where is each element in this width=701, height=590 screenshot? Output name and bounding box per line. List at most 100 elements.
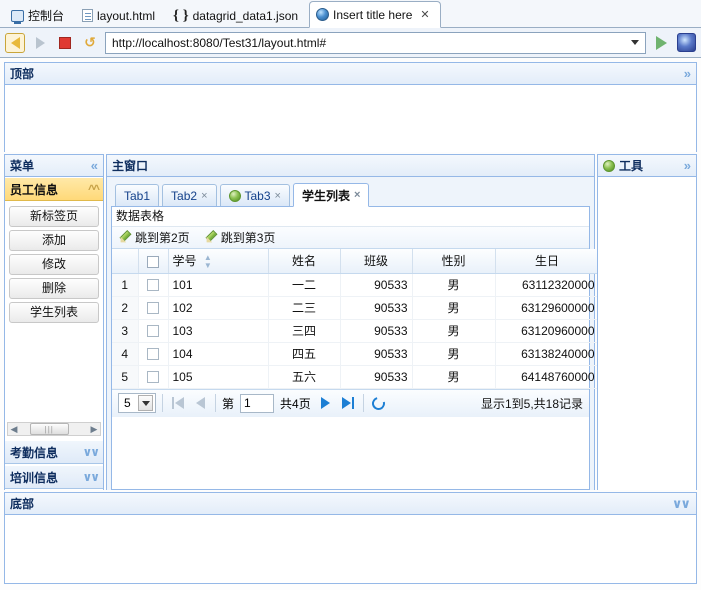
chevron-left-double-icon[interactable]: « (91, 158, 98, 173)
scroll-track[interactable]: ||| (20, 423, 88, 435)
menu-button-new-tab[interactable]: 新标签页 (9, 206, 99, 227)
chevron-up-double-icon[interactable]: » (684, 66, 691, 81)
column-header-id[interactable]: 学号 ▲ ▼ (168, 249, 269, 274)
chevron-down-double-icon: ∨∨ (82, 470, 100, 484)
close-icon[interactable]: × (201, 190, 207, 202)
accordion-header-attendance-info[interactable]: 考勤信息 ∨∨ (5, 440, 103, 464)
forward-button[interactable] (30, 33, 50, 53)
menu-button-add[interactable]: 添加 (9, 230, 99, 251)
pager-page-input[interactable]: 1 (240, 393, 275, 413)
tab-label: Tab1 (124, 188, 151, 203)
select-all-checkbox[interactable] (147, 255, 159, 268)
region-west-header: 菜单 « (5, 155, 103, 177)
browser-tab-insert-title-here[interactable]: Insert title here ✕ (309, 1, 441, 28)
refresh-button[interactable]: ↺ (80, 33, 100, 53)
menu-button-student-list[interactable]: 学生列表 (9, 302, 99, 323)
cell-birthday: 64148760000 (495, 365, 600, 389)
table-row[interactable]: 2 102 二三 90533 男 63129600000 (112, 296, 600, 320)
pager-last-button[interactable] (340, 395, 357, 412)
back-button[interactable] (5, 32, 25, 53)
row-number: 1 (112, 273, 139, 297)
page-size-select[interactable]: 5 (118, 393, 156, 413)
chevron-right-double-icon[interactable]: » (684, 158, 691, 173)
stop-icon (59, 36, 71, 49)
pager-divider (362, 394, 364, 412)
tab-tab1[interactable]: Tab1 (115, 184, 160, 206)
datagrid-title: 数据表格 (112, 207, 589, 227)
browser-tab-datagrid-json[interactable]: { } datagrid_data1.json (166, 3, 309, 27)
pager-divider (162, 394, 163, 412)
table-row[interactable]: 5 105 五六 90533 男 64148760000 (112, 365, 600, 389)
pager-divider (215, 394, 216, 412)
chevron-down-icon[interactable] (138, 395, 153, 411)
stop-button[interactable] (55, 33, 75, 53)
chevron-down-icon[interactable] (631, 40, 639, 45)
scroll-right-icon[interactable]: ▶ (88, 424, 100, 435)
chevron-down-double-icon[interactable]: ∨∨ (672, 496, 691, 512)
go-button[interactable] (651, 33, 671, 53)
open-browser-icon (676, 33, 696, 52)
browser-tab-layout-html[interactable]: layout.html (75, 3, 166, 27)
table-row[interactable]: 4 104 四五 90533 男 63138240000 (112, 342, 600, 366)
next-page-icon (320, 397, 330, 409)
row-checkbox[interactable] (147, 302, 159, 315)
browser-tab-label: Insert title here (333, 7, 413, 22)
tab-tab3[interactable]: Tab3 × (219, 184, 290, 206)
region-north-title: 顶部 (10, 67, 35, 81)
last-page-icon (342, 397, 352, 409)
go-play-icon (655, 35, 667, 50)
column-header-gender[interactable]: 性别 (412, 249, 496, 274)
pager-next-button[interactable] (317, 395, 334, 412)
tab-student-list[interactable]: 学生列表 × (292, 183, 370, 207)
row-checkbox-cell[interactable] (138, 296, 169, 320)
column-header-label: 学号 (172, 253, 197, 268)
row-checkbox-cell[interactable] (138, 342, 169, 366)
row-checkbox-cell[interactable] (138, 273, 169, 297)
pager-first-button[interactable] (169, 395, 186, 412)
cell-class: 90533 (340, 319, 413, 343)
browser-tab-label: layout.html (97, 8, 156, 23)
column-header-select-all[interactable] (138, 249, 169, 274)
menu-horizontal-scrollbar[interactable]: ◀ ||| ▶ (7, 422, 101, 436)
browser-tab-console[interactable]: 控制台 (4, 3, 75, 27)
tab-tab2[interactable]: Tab2 × (162, 184, 217, 206)
scroll-left-icon[interactable]: ◀ (8, 424, 20, 435)
row-checkbox-cell[interactable] (138, 365, 169, 389)
accordion-header-training-info[interactable]: 培训信息 ∨∨ (5, 465, 103, 489)
column-header-name[interactable]: 姓名 (268, 249, 341, 274)
close-icon[interactable]: × (354, 189, 360, 201)
row-checkbox[interactable] (147, 279, 159, 292)
scroll-thumb[interactable]: ||| (29, 423, 69, 435)
region-center-title: 主窗口 (112, 159, 149, 173)
column-header-class[interactable]: 班级 (340, 249, 413, 274)
accordion-header-employee-info[interactable]: 员工信息 ^^ (5, 177, 103, 201)
close-icon[interactable]: × (275, 190, 281, 202)
toolbar-goto-page2-button[interactable]: 跳到第2页 (118, 229, 190, 246)
row-checkbox-cell[interactable] (138, 319, 169, 343)
row-number: 5 (112, 365, 139, 389)
toolbar-goto-page3-button[interactable]: 跳到第3页 (204, 229, 276, 246)
forward-arrow-icon (35, 36, 45, 49)
region-east-header: 工具 » (598, 155, 696, 177)
table-row[interactable]: 1 101 一二 90533 男 63112320000 (112, 273, 600, 297)
row-number: 4 (112, 342, 139, 366)
row-checkbox[interactable] (147, 371, 159, 384)
menu-button-delete[interactable]: 删除 (9, 278, 99, 299)
column-header-birthday[interactable]: 生日 (495, 249, 600, 274)
first-page-icon (171, 397, 174, 409)
row-checkbox[interactable] (147, 325, 159, 338)
table-row[interactable]: 3 103 三四 90533 男 63120960000 (112, 319, 600, 343)
sort-arrows-icon[interactable]: ▲ ▼ (204, 253, 212, 270)
menu-button-modify[interactable]: 修改 (9, 254, 99, 275)
cell-name: 一二 (268, 273, 341, 297)
close-icon[interactable]: ✕ (420, 8, 429, 21)
page-content: 顶部 » 菜单 « 员工信息 ^^ 新标签页 添加 修改 删除 学生列表 ◀ |… (0, 58, 701, 588)
region-south: 底部 ∨∨ (4, 492, 697, 584)
cell-gender: 男 (412, 273, 496, 297)
row-checkbox[interactable] (147, 348, 159, 361)
cell-birthday: 63120960000 (495, 319, 600, 343)
open-external-browser-button[interactable] (676, 33, 696, 53)
address-bar[interactable]: http://localhost:8080/Test31/layout.html… (105, 31, 646, 54)
pager-prev-button[interactable] (192, 395, 209, 412)
pager-refresh-button[interactable] (369, 394, 388, 412)
